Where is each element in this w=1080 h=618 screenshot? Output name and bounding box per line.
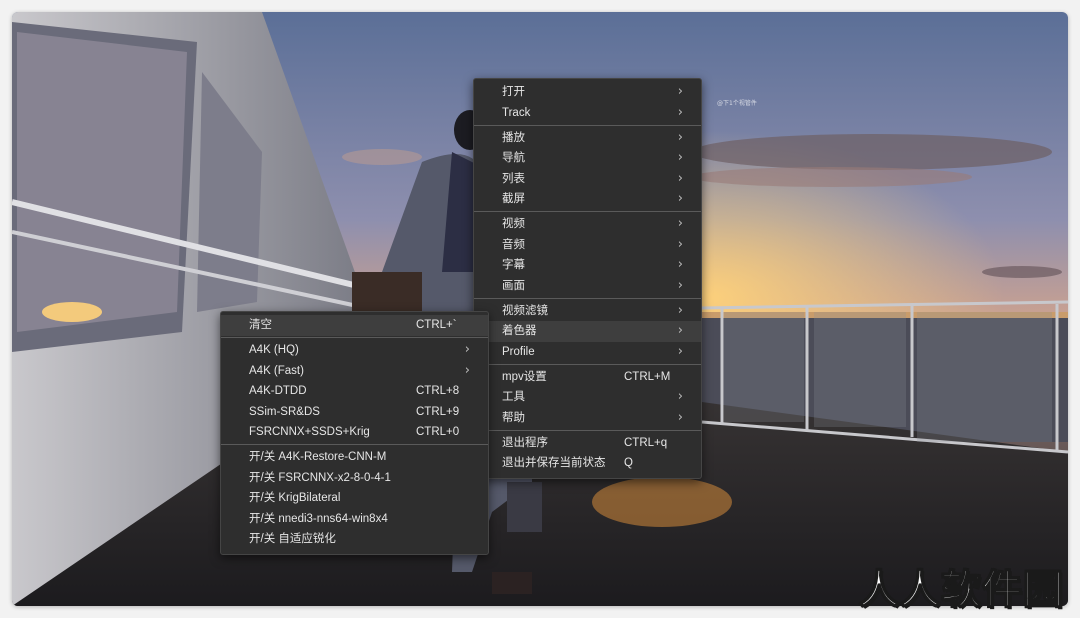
context-menu-item[interactable]: 退出并保存当前状态 Q — [474, 453, 701, 474]
menu-item-label: 播放 — [502, 131, 525, 144]
chevron-right-icon: › — [464, 342, 470, 357]
menu-item-label: 导航 — [502, 152, 525, 164]
chevron-right-icon: › — [677, 302, 683, 318]
shader-menu-item[interactable]: 开/关 KrigBilateral — [221, 488, 488, 509]
chevron-right-icon: › — [677, 191, 683, 206]
context-menu-item[interactable]: 帮助 › — [474, 408, 701, 429]
menu-item-label: 打开 — [502, 86, 525, 98]
chevron-right-icon: › — [677, 323, 683, 338]
menu-item-label: 列表 — [502, 172, 525, 185]
chevron-right-icon: › — [677, 236, 683, 252]
menu-item-shortcut: CTRL+9 — [416, 405, 460, 418]
menu-separator — [474, 211, 701, 212]
chevron-right-icon: › — [677, 104, 683, 120]
shader-menu-item[interactable]: 开/关 nnedi3-nns64-win8x4 — [221, 509, 488, 530]
menu-item-label: 开/关 自适应锐化 — [249, 533, 336, 545]
shader-menu-item[interactable]: A4K-DTDD CTRL+8 — [221, 381, 488, 402]
shader-menu-item[interactable]: 清空 CTRL+` — [221, 315, 488, 336]
shader-menu-item[interactable]: A4K (HQ) › — [221, 340, 488, 361]
menu-separator — [221, 444, 488, 445]
video-player-window[interactable]: @下1个视管件 打开 › Track › 播放 › 导航 › 列表 › 截屏 › 视频 › 音频 › 字幕 › 画面… — [12, 12, 1068, 606]
context-menu-item[interactable]: 音频 › — [474, 235, 701, 256]
context-menu[interactable]: 打开 › Track › 播放 › 导航 › 列表 › 截屏 › 视频 › 音频 › 字幕 › 画面 › 视频滤镜 › 着色… — [473, 78, 702, 479]
menu-separator — [474, 124, 701, 126]
context-menu-item[interactable]: Track › — [474, 103, 701, 124]
menu-item-shortcut: CTRL+0 — [416, 426, 460, 438]
context-menu-item[interactable]: 视频滤镜 › — [474, 301, 701, 322]
chevron-right-icon: › — [677, 277, 683, 293]
menu-separator — [474, 363, 701, 365]
menu-item-label: A4K (Fast) — [249, 364, 304, 377]
context-menu-item[interactable]: 截屏 › — [474, 189, 701, 210]
chevron-right-icon: › — [677, 129, 683, 145]
menu-item-label: 开/关 KrigBilateral — [249, 492, 341, 504]
menu-item-label: 退出并保存当前状态 — [502, 457, 606, 469]
chevron-right-icon: › — [677, 84, 683, 99]
context-menu-item[interactable]: 打开 › — [474, 82, 701, 103]
menu-item-shortcut: Q — [624, 457, 633, 469]
context-menu-item[interactable]: 退出程序 CTRL+q — [474, 433, 701, 454]
chevron-right-icon: › — [677, 343, 683, 359]
menu-item-label: A4K-DTDD — [249, 385, 307, 397]
menu-item-shortcut: CTRL+q — [624, 436, 668, 449]
menu-item-label: Track — [502, 106, 531, 119]
shader-menu-item[interactable]: A4K (Fast) › — [221, 361, 488, 382]
context-menu-item[interactable]: 列表 › — [474, 169, 701, 190]
menu-item-label: 画面 — [502, 279, 525, 292]
menu-separator — [221, 337, 488, 338]
shader-menu-item[interactable]: SSim-SR&DS CTRL+9 — [221, 402, 488, 423]
menu-item-label: mpv设置 — [502, 370, 547, 383]
context-menu-item[interactable]: 工具 › — [474, 387, 701, 408]
context-menu-item[interactable]: mpv设置 CTRL+M — [474, 367, 701, 388]
menu-item-label: 着色器 — [502, 325, 537, 337]
menu-item-label: FSRCNNX+SSDS+Krig — [249, 426, 370, 438]
menu-separator — [474, 297, 701, 299]
menu-item-shortcut: CTRL+M — [624, 370, 671, 383]
context-menu-item[interactable]: 导航 › — [474, 148, 701, 169]
shader-menu-item[interactable]: 开/关 A4K-Restore-CNN-M — [221, 447, 488, 468]
menu-item-label: 视频滤镜 — [502, 304, 548, 317]
context-menu-item[interactable]: 播放 › — [474, 128, 701, 149]
shader-menu-item[interactable]: FSRCNNX+SSDS+Krig CTRL+0 — [221, 422, 488, 443]
shader-menu-item[interactable]: 开/关 FSRCNNX-x2-8-0-4-1 — [221, 468, 488, 489]
menu-item-label: Profile — [502, 345, 535, 358]
context-menu-item[interactable]: 画面 › — [474, 276, 701, 297]
chevron-right-icon: › — [677, 257, 683, 272]
menu-item-label: 退出程序 — [502, 436, 548, 449]
menu-item-label: 音频 — [502, 238, 525, 251]
shader-submenu[interactable]: 清空 CTRL+` A4K (HQ) › A4K (Fast) › A4K-DTDD CTRL… — [220, 311, 489, 555]
context-menu-item[interactable]: 字幕 › — [474, 255, 701, 276]
menu-item-label: 开/关 A4K-Restore-CNN-M — [249, 451, 387, 463]
menu-item-label: 开/关 FSRCNNX-x2-8-0-4-1 — [249, 471, 391, 484]
menu-item-shortcut: CTRL+8 — [416, 385, 460, 397]
menu-separator — [474, 429, 701, 431]
context-menu-item[interactable]: Profile › — [474, 342, 701, 363]
chevron-right-icon: › — [677, 150, 683, 165]
menu-item-shortcut: CTRL+` — [416, 319, 457, 331]
menu-item-label: SSim-SR&DS — [249, 405, 320, 418]
menu-item-label: 截屏 — [502, 193, 525, 205]
chevron-right-icon: › — [677, 216, 683, 231]
menu-item-label: 开/关 nnedi3-nns64-win8x4 — [249, 512, 388, 525]
menu-item-label: 帮助 — [502, 411, 525, 424]
menu-item-label: 视频 — [502, 218, 525, 230]
faint-overlay-text: @下1个视管件 — [717, 100, 757, 107]
site-watermark: 人人软件园 — [858, 567, 1064, 613]
chevron-right-icon: › — [677, 409, 683, 425]
menu-item-label: 工具 — [502, 391, 525, 403]
menu-item-label: 清空 — [249, 319, 272, 331]
context-menu-item[interactable]: 着色器 › — [474, 321, 701, 342]
menu-item-label: 字幕 — [502, 259, 525, 271]
chevron-right-icon: › — [677, 170, 683, 186]
chevron-right-icon: › — [677, 389, 683, 404]
context-menu-item[interactable]: 视频 › — [474, 214, 701, 235]
chevron-right-icon: › — [464, 362, 470, 378]
shader-menu-item[interactable]: 开/关 自适应锐化 — [221, 529, 488, 550]
menu-item-label: A4K (HQ) — [249, 344, 299, 356]
